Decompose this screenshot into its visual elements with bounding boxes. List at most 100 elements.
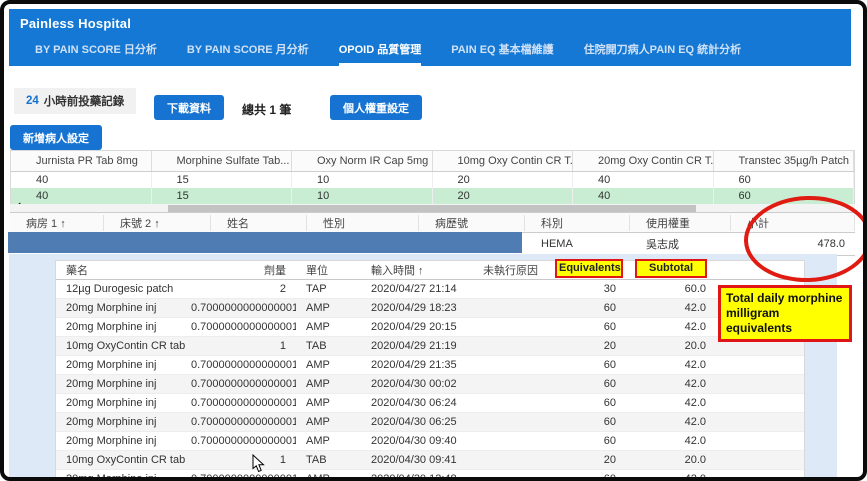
records-24h-number: 24: [26, 95, 39, 107]
tab-pain-eq-statistics[interactable]: 住院開刀病人PAIN EQ 統計分析: [584, 41, 741, 66]
table-cell: 42.0: [629, 473, 713, 481]
total-count-label: 總共 1 筆: [242, 101, 291, 118]
table-cell: 2020/04/30 06:25: [359, 416, 471, 428]
table-cell: 42.0: [629, 359, 713, 371]
column-header[interactable]: Morphine Sulfate Tab...: [152, 151, 293, 171]
patient-weight-user-cell: 吳志成: [630, 236, 731, 252]
table-cell: 2020/04/30 06:24: [359, 397, 471, 409]
table-cell: 42.0: [629, 321, 713, 333]
column-header[interactable]: Transtec 35µg/h Patch: [714, 151, 855, 171]
table-cell: 42.0: [629, 378, 713, 390]
tab-pain-score-monthly[interactable]: BY PAIN SCORE 月分析: [187, 41, 309, 66]
table-cell: 20: [549, 454, 629, 466]
table-cell: AMP: [296, 473, 359, 481]
patient-subtotal-cell: 478.0: [731, 238, 855, 250]
table-cell: 2020/04/29 18:23: [359, 302, 471, 314]
table-cell: 60: [549, 302, 629, 314]
patient-department-cell: HEMA: [525, 238, 630, 250]
patient-table-header: 病房 1 ↑床號 2 ↑姓名性別病歷號科別使用權重小計: [10, 212, 855, 233]
table-row[interactable]: 20mg Morphine inj0.7000000000000001AMP20…: [56, 470, 804, 481]
column-header[interactable]: Jurnista PR Tab 8mg: [11, 151, 152, 171]
column-header[interactable]: 10mg Oxy Contin CR T...: [433, 151, 574, 171]
column-header[interactable]: Subtotal: [635, 259, 707, 278]
table-cell: 20mg Morphine inj: [56, 473, 191, 481]
download-data-button[interactable]: 下載資料: [154, 95, 224, 120]
table-cell: 20mg Morphine inj: [56, 302, 191, 314]
table-row[interactable]: 12µg Durogesic patch2TAP2020/04/27 21:14…: [56, 280, 804, 299]
table-cell: 2020/04/30 12:48: [359, 473, 471, 481]
tab-bar: BY PAIN SCORE 日分析 BY PAIN SCORE 月分析 OPOI…: [35, 41, 741, 66]
equivalents-table-header: Jurnista PR Tab 8mgMorphine Sulfate Tab.…: [11, 151, 854, 172]
tab-opoid-quality[interactable]: OPOID 品質管理: [339, 41, 422, 66]
equivalents-table-body: 401510204060401510204060: [11, 172, 854, 204]
column-header[interactable]: 藥名: [56, 262, 191, 278]
medication-table-header: 藥名劑量單位輸入時間 ↑未執行原因 Equivalents Subtotal: [56, 261, 804, 280]
table-row[interactable]: 20mg Morphine inj0.7000000000000001AMP20…: [56, 299, 804, 318]
table-cell: 15: [152, 172, 293, 188]
callout-line-1: Total daily morphine: [726, 291, 844, 306]
table-cell: 42.0: [629, 435, 713, 447]
app-title: Painless Hospital: [20, 16, 131, 31]
callout-line-2: milligram equivalents: [726, 306, 844, 336]
table-row[interactable]: 20mg Morphine inj0.7000000000000001AMP20…: [56, 375, 804, 394]
table-row[interactable]: 20mg Morphine inj0.7000000000000001AMP20…: [56, 432, 804, 451]
column-header[interactable]: 20mg Oxy Contin CR T...: [573, 151, 714, 171]
table-row[interactable]: 20mg Morphine inj0.7000000000000001AMP20…: [56, 318, 804, 337]
tab-pain-score-daily[interactable]: BY PAIN SCORE 日分析: [35, 41, 157, 66]
table-cell: 60: [714, 172, 855, 188]
medication-table-body: 12µg Durogesic patch2TAP2020/04/27 21:14…: [56, 280, 804, 481]
table-cell: 0.7000000000000001: [191, 359, 296, 371]
table-cell: 0.7000000000000001: [191, 378, 296, 390]
table-cell: 15: [152, 188, 293, 204]
table-cell: 0.7000000000000001: [191, 397, 296, 409]
table-cell: TAP: [296, 283, 359, 295]
table-cell: AMP: [296, 359, 359, 371]
table-row[interactable]: 10mg OxyContin CR tab1TAB2020/04/29 21:1…: [56, 337, 804, 356]
table-row[interactable]: 20mg Morphine inj0.7000000000000001AMP20…: [56, 413, 804, 432]
column-header[interactable]: Oxy Norm IR Cap 5mg: [292, 151, 433, 171]
column-header[interactable]: 使用權重: [630, 215, 731, 231]
column-header[interactable]: 科別: [525, 215, 630, 231]
table-cell: 20: [549, 340, 629, 352]
table-cell: 60: [549, 359, 629, 371]
table-cell: 40: [11, 188, 152, 204]
privacy-redaction-bar: [8, 232, 522, 253]
table-cell: 2: [191, 283, 296, 295]
column-header[interactable]: 小計: [731, 215, 855, 231]
table-row[interactable]: 10mg OxyContin CR tab1TAB2020/04/30 09:4…: [56, 451, 804, 470]
column-header[interactable]: 劑量: [191, 262, 296, 278]
table-cell: 10: [292, 172, 433, 188]
column-header[interactable]: 單位: [296, 262, 359, 278]
column-header[interactable]: 床號 2 ↑: [104, 215, 211, 231]
table-cell: 10mg OxyContin CR tab: [56, 454, 191, 466]
table-cell: 20: [433, 172, 574, 188]
table-cell: 20mg Morphine inj: [56, 321, 191, 333]
table-row[interactable]: 401510204060: [11, 172, 854, 188]
column-header[interactable]: 病歷號: [419, 215, 525, 231]
table-row[interactable]: 20mg Morphine inj0.7000000000000001AMP20…: [56, 356, 804, 375]
table-cell: 1: [191, 340, 296, 352]
table-row[interactable]: 401510204060: [11, 188, 854, 204]
column-header[interactable]: Equivalents: [555, 259, 623, 278]
add-patient-button[interactable]: 新增病人設定: [10, 125, 102, 150]
table-cell: 20mg Morphine inj: [56, 435, 191, 447]
column-header[interactable]: 病房 1 ↑: [10, 215, 104, 231]
horizontal-scrollbar-thumb[interactable]: [168, 205, 696, 212]
table-cell: AMP: [296, 416, 359, 428]
table-cell: 20.0: [629, 454, 713, 466]
table-cell: 20mg Morphine inj: [56, 416, 191, 428]
app-header: Painless Hospital BY PAIN SCORE 日分析 BY P…: [9, 9, 851, 66]
callout-annotation: Total daily morphine milligram equivalen…: [718, 285, 852, 342]
column-header[interactable]: 姓名: [211, 215, 307, 231]
table-row[interactable]: 20mg Morphine inj0.7000000000000001AMP20…: [56, 394, 804, 413]
column-header[interactable]: 性別: [307, 215, 419, 231]
table-cell: AMP: [296, 397, 359, 409]
table-cell: 20mg Morphine inj: [56, 359, 191, 371]
table-cell: 60: [549, 378, 629, 390]
tab-pain-eq-maintenance[interactable]: PAIN EQ 基本檔維護: [451, 41, 553, 66]
table-cell: TAB: [296, 340, 359, 352]
column-header[interactable]: 輸入時間 ↑: [359, 262, 471, 278]
personal-weight-button[interactable]: 個人權重設定: [330, 95, 422, 120]
column-header[interactable]: 未執行原因: [471, 262, 549, 278]
table-cell: 20.0: [629, 340, 713, 352]
